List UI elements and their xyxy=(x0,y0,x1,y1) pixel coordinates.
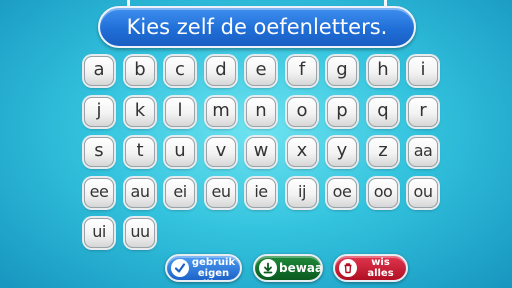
letter-grid: a b c d e f g h i j k l m n o p q r s t u v w x y z aa ee au ei eu ie ij… xyxy=(84,56,438,250)
letter-key-n[interactable]: n xyxy=(246,97,276,127)
letter-key-p[interactable]: p xyxy=(327,97,357,127)
letter-key-d[interactable]: d xyxy=(206,56,236,86)
letter-key-r[interactable]: r xyxy=(408,97,438,127)
letter-key-ie[interactable]: ie xyxy=(246,178,276,208)
letter-key-oo[interactable]: oo xyxy=(368,178,398,208)
letter-key-s[interactable]: s xyxy=(84,137,114,167)
letter-key-v[interactable]: v xyxy=(206,137,236,167)
save-button[interactable]: bewaar xyxy=(253,254,323,282)
use-own-list-line1: gebruik xyxy=(191,257,236,268)
page-title: Kies zelf de oefenletters. xyxy=(98,6,416,48)
checkmark-icon xyxy=(171,259,189,277)
letter-key-ui[interactable]: ui xyxy=(84,218,114,248)
clear-all-label: wis alles xyxy=(359,257,402,279)
letter-key-u[interactable]: u xyxy=(165,137,195,167)
letter-key-a[interactable]: a xyxy=(84,56,114,86)
save-label: bewaar xyxy=(279,261,323,275)
letter-key-o[interactable]: o xyxy=(287,97,317,127)
letter-key-l[interactable]: l xyxy=(165,97,195,127)
letter-key-t[interactable]: t xyxy=(125,137,155,167)
letter-key-m[interactable]: m xyxy=(206,97,236,127)
letter-key-f[interactable]: f xyxy=(287,56,317,86)
letter-key-w[interactable]: w xyxy=(246,137,276,167)
letter-key-q[interactable]: q xyxy=(368,97,398,127)
letter-key-ij[interactable]: ij xyxy=(287,178,317,208)
title-banner: Kies zelf de oefenletters. xyxy=(98,0,416,48)
letter-key-uu[interactable]: uu xyxy=(125,218,155,248)
letter-key-x[interactable]: x xyxy=(287,137,317,167)
letter-key-ou[interactable]: ou xyxy=(408,178,438,208)
clear-all-button[interactable]: wis alles xyxy=(333,254,408,282)
letter-key-g[interactable]: g xyxy=(327,56,357,86)
use-own-list-button[interactable]: gebruik eigen lijst xyxy=(165,254,242,282)
letter-key-k[interactable]: k xyxy=(125,97,155,127)
clear-all-line2: alles xyxy=(367,268,394,279)
letter-key-b[interactable]: b xyxy=(125,56,155,86)
download-icon xyxy=(259,259,277,277)
letter-key-c[interactable]: c xyxy=(165,56,195,86)
trash-icon xyxy=(339,259,357,277)
letter-key-ei[interactable]: ei xyxy=(165,178,195,208)
letter-key-oe[interactable]: oe xyxy=(327,178,357,208)
letter-key-h[interactable]: h xyxy=(368,56,398,86)
letter-key-j[interactable]: j xyxy=(84,97,114,127)
letter-key-y[interactable]: y xyxy=(327,137,357,167)
use-own-list-line2: eigen lijst xyxy=(197,268,230,280)
letter-key-ee[interactable]: ee xyxy=(84,178,114,208)
clear-all-line1: wis xyxy=(371,257,390,268)
letter-key-aa[interactable]: aa xyxy=(408,137,438,167)
use-own-list-label: gebruik eigen lijst xyxy=(191,257,236,280)
letter-key-au[interactable]: au xyxy=(125,178,155,208)
letter-key-e[interactable]: e xyxy=(246,56,276,86)
letter-key-eu[interactable]: eu xyxy=(206,178,236,208)
letter-key-z[interactable]: z xyxy=(368,137,398,167)
letter-key-i[interactable]: i xyxy=(408,56,438,86)
